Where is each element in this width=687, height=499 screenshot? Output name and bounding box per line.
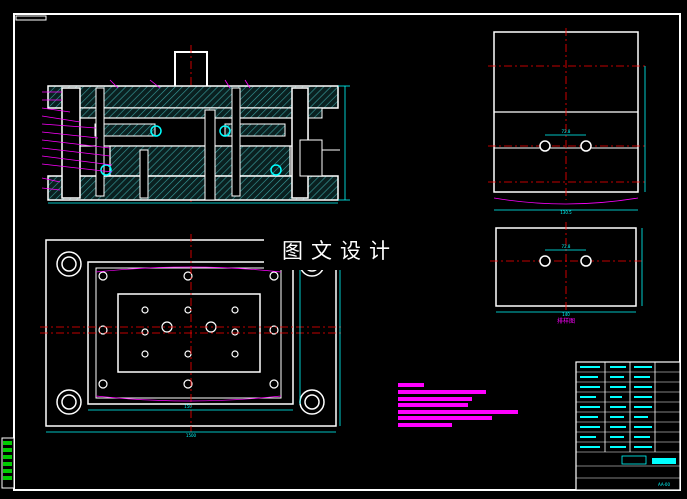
watermark: 图文设计 bbox=[264, 230, 416, 270]
bottom-right-bottom-dim: 140 bbox=[562, 312, 570, 317]
section-view[interactable] bbox=[41, 45, 350, 205]
strip-layout-drawing[interactable]: 72.8 140 排样图 bbox=[490, 222, 643, 325]
top-left-tab bbox=[15, 15, 47, 21]
top-right-bottom-dim: 130.5 bbox=[560, 210, 572, 215]
title-block-code: AA-00 bbox=[658, 482, 670, 487]
technical-notes bbox=[398, 383, 518, 427]
top-right-part-drawing[interactable]: 72.8 130.5 bbox=[488, 28, 646, 215]
top-right-dim-1: 72.8 bbox=[562, 129, 571, 134]
strip-layout-caption: 排样图 bbox=[557, 317, 575, 325]
bottom-right-dim-1: 72.8 bbox=[562, 244, 571, 249]
title-block[interactable]: AA-00 bbox=[575, 361, 681, 491]
plan-dim-a: 150 bbox=[184, 404, 192, 409]
plan-dim-b: 1500 bbox=[186, 433, 197, 438]
left-sidebar-strip bbox=[1, 437, 15, 489]
